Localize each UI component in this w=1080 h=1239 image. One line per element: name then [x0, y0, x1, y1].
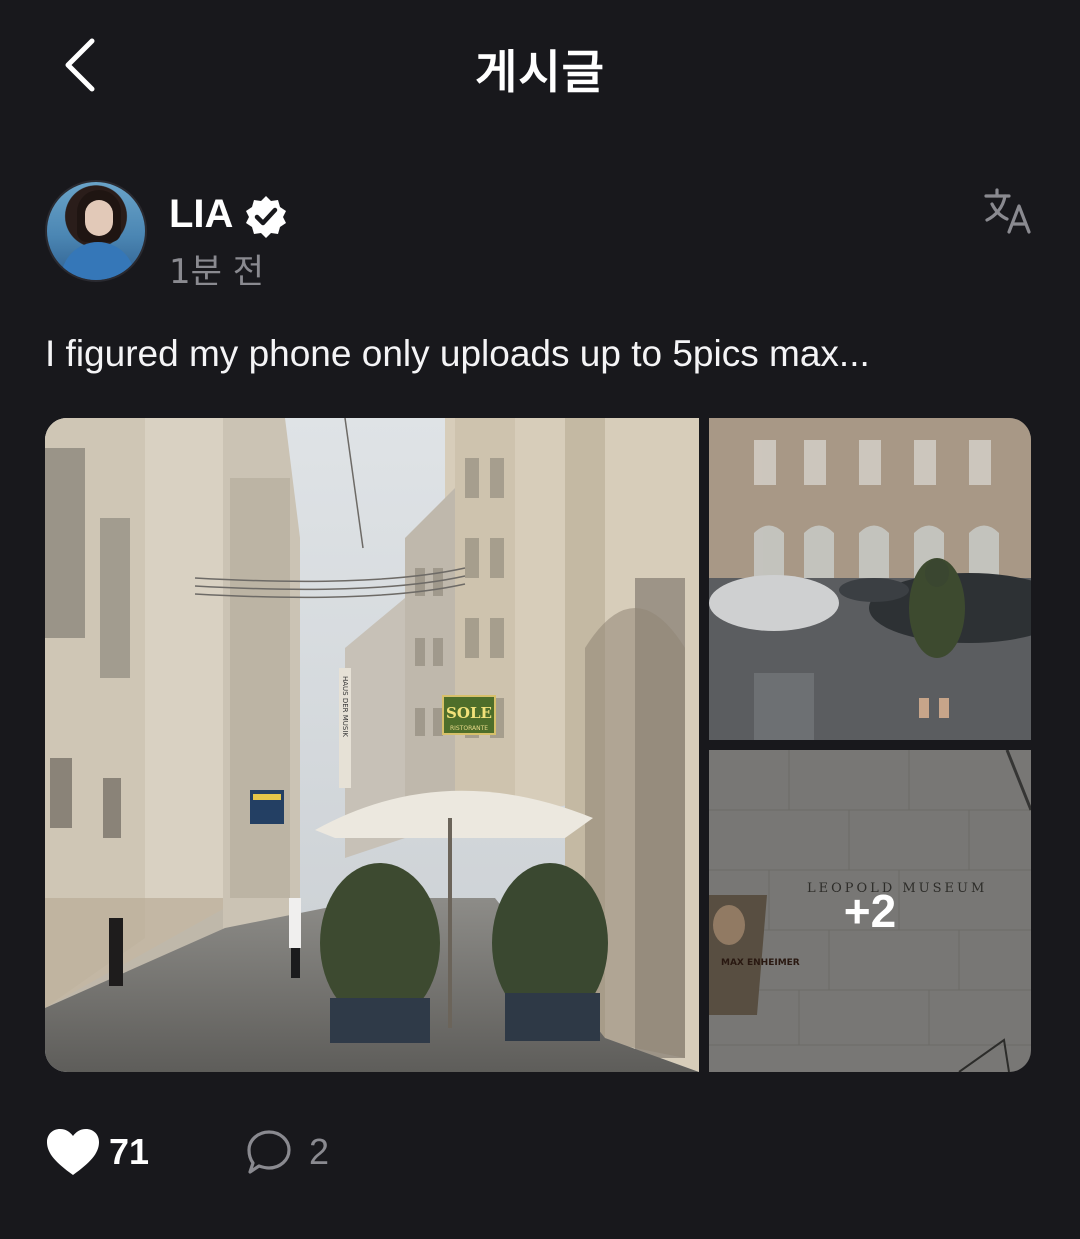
like-count: 71	[109, 1131, 150, 1172]
post-image-museum[interactable]: LEOPOLD MUSEUM MAX ENHEIMER +2	[709, 750, 1031, 1072]
more-images-count: +2	[843, 885, 897, 937]
verified-badge-icon	[246, 196, 286, 238]
like-button[interactable]: 71	[45, 1122, 149, 1182]
sign-sole-text: SOLE	[446, 704, 492, 722]
translate-icon	[984, 188, 1031, 234]
avatar[interactable]	[45, 180, 147, 282]
comment-button[interactable]: 2	[245, 1122, 329, 1182]
post-image-mirror[interactable]	[709, 418, 1031, 740]
post-image-street[interactable]: SOLE RISTORANTE HAUS DER MUSIK	[45, 418, 699, 1072]
mirror-photo	[709, 418, 1031, 740]
street-photo: SOLE RISTORANTE HAUS DER MUSIK	[45, 418, 699, 1072]
sign-ristorante-text: RISTORANTE	[450, 725, 488, 732]
top-bar: 게시글	[0, 0, 1080, 130]
comment-bubble-icon	[247, 1130, 291, 1174]
more-images-overlay[interactable]: +2	[709, 750, 1031, 1072]
image-gallery: SOLE RISTORANTE HAUS DER MUSIK LEOPOLD M…	[45, 418, 1031, 1072]
post-screen: 게시글 LIA 1분 전 I figured my phone only upl…	[0, 0, 1080, 1239]
post-actions: 71 2	[45, 1122, 645, 1182]
comment-count: 2	[309, 1131, 330, 1172]
post-text: I figured my phone only uploads up to 5p…	[45, 333, 870, 374]
post-timestamp: 1분 전	[169, 252, 264, 292]
sign-haus-text: HAUS DER MUSIK	[341, 676, 349, 737]
author-name[interactable]: LIA	[169, 192, 233, 237]
author-row: LIA 1분 전	[45, 180, 1035, 292]
page-title: 게시글	[475, 45, 605, 99]
translate-button[interactable]	[983, 186, 1035, 238]
heart-icon	[47, 1129, 99, 1175]
